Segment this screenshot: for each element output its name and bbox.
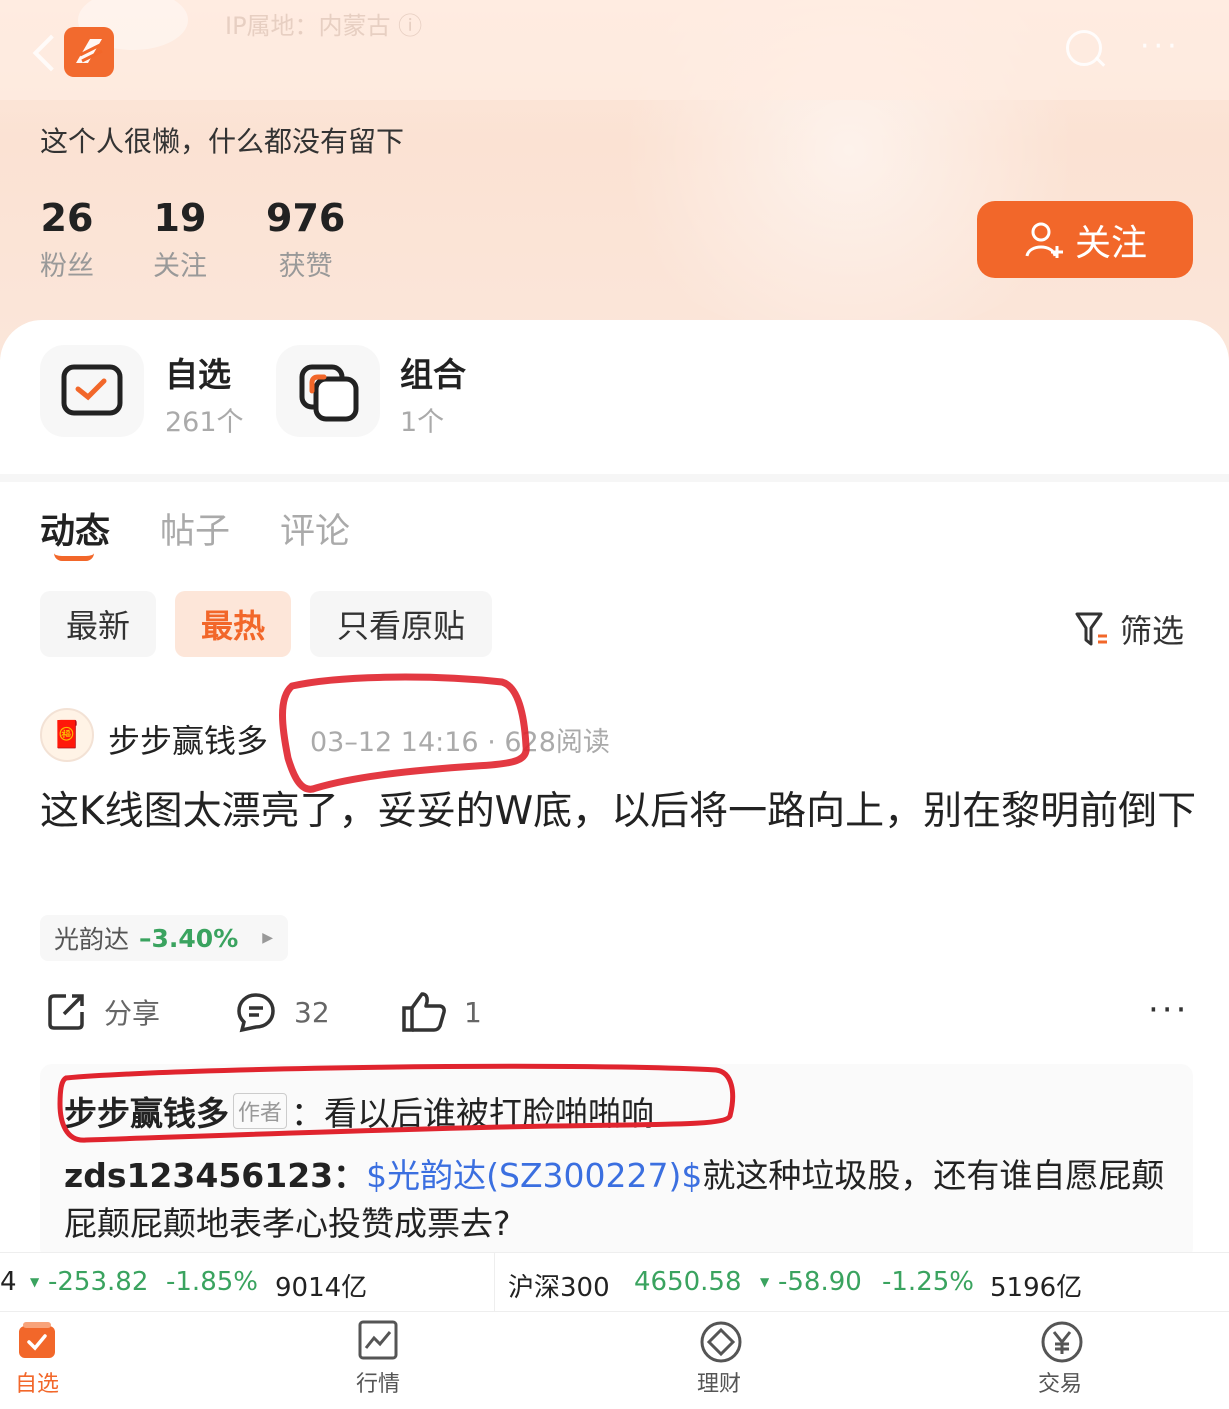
tab-posts[interactable]: 帖子 — [160, 503, 230, 554]
ticker-left-volume: 9014亿 — [275, 1273, 368, 1303]
author-badge: 作者 — [233, 1093, 288, 1129]
back-arrow-icon[interactable] — [28, 30, 62, 74]
tab-comments[interactable]: 评论 — [280, 503, 350, 554]
tabbar-label: 行情 — [355, 1372, 400, 1397]
portfolio-icon — [299, 364, 359, 422]
stat-likes-label: 获赞 — [278, 251, 333, 282]
share-icon — [48, 994, 84, 1030]
ticker-left-change: -253.82 — [48, 1267, 149, 1297]
post-more-icon[interactable]: ··· — [1148, 993, 1189, 1027]
section-divider — [0, 474, 1229, 482]
active-tab-indicator — [54, 553, 94, 561]
comment-preview-1[interactable]: 步步赢钱多 作者 ：看以后谁被打脸啪啪响 — [64, 1087, 654, 1135]
post-body[interactable]: 这K线图太漂亮了，妥妥的W底，以后将一路向上，别在黎明前倒下 — [40, 784, 1200, 840]
post-meta: 03–12 14:16 · 628阅读 — [310, 727, 610, 758]
ticker-left-lead: 4 — [0, 1267, 17, 1297]
tabbar-trade[interactable]: 交易 — [1000, 1320, 1120, 1398]
chip-original-only[interactable]: 只看原贴 — [310, 591, 492, 657]
tabbar-market[interactable]: 行情 — [318, 1320, 438, 1398]
follow-button-label: 关注 — [1074, 222, 1147, 264]
ip-location: IP属地：内蒙古 ⓘ — [225, 12, 423, 40]
share-label: 分享 — [104, 997, 161, 1030]
like-count: 1 — [464, 995, 482, 1029]
portfolio-title: 组合 — [400, 355, 466, 394]
comment-button[interactable]: 32 — [234, 990, 330, 1034]
checkbox-icon — [61, 364, 123, 416]
play-arrow-icon: ▶ — [262, 930, 274, 946]
ticker-separator — [494, 1253, 495, 1311]
profile-bio: 这个人很懒，什么都没有留下 — [40, 125, 405, 158]
ticker-right-volume: 5196亿 — [990, 1273, 1083, 1303]
post-author-avatar[interactable]: 🧧 — [40, 708, 94, 762]
yen-coin-icon — [1040, 1320, 1083, 1363]
more-menu-icon[interactable]: ··· — [1140, 32, 1181, 62]
stat-followers-count: 26 — [40, 196, 94, 240]
ticker-right-pct: -1.25% — [882, 1267, 974, 1297]
comment-author: 步步赢钱多 — [64, 1094, 229, 1133]
watchlist-count: 261个 — [165, 407, 244, 438]
stat-following-label: 关注 — [153, 251, 207, 282]
stat-followers[interactable]: 26 粉丝 — [40, 196, 94, 283]
stat-following[interactable]: 19 关注 — [153, 196, 207, 283]
like-button[interactable]: 1 — [400, 990, 482, 1034]
filter-icon — [1075, 612, 1107, 646]
stat-followers-label: 粉丝 — [40, 251, 94, 282]
tabbar-label: 理财 — [696, 1372, 741, 1397]
tab-activity[interactable]: 动态 — [40, 503, 110, 554]
comment-text: ：看以后谁被打脸啪啪响 — [291, 1094, 655, 1133]
chip-latest[interactable]: 最新 — [40, 591, 156, 657]
stat-likes: 976 获赞 — [266, 196, 345, 283]
watchlist-title: 自选 — [165, 355, 231, 394]
diamond-icon — [699, 1320, 742, 1363]
follow-button[interactable]: 关注 — [977, 201, 1193, 278]
app-logo-icon — [64, 27, 114, 77]
watchlist-tile[interactable] — [40, 345, 144, 437]
portfolio-tile[interactable] — [276, 345, 380, 437]
stock-link[interactable]: $光韵达(SZ300227)$ — [366, 1156, 702, 1195]
ticker-right-name: 沪深300 — [508, 1273, 610, 1303]
add-user-icon — [1025, 222, 1063, 258]
down-triangle-icon: ▼ — [760, 1275, 770, 1289]
post-author-name[interactable]: 步步赢钱多 — [108, 716, 268, 762]
tabbar-label: 交易 — [1037, 1372, 1082, 1397]
thumbs-up-icon — [402, 992, 446, 1032]
search-icon[interactable] — [1066, 30, 1106, 70]
comment-count: 32 — [294, 995, 330, 1029]
tabbar-watchlist[interactable]: 自选 — [0, 1320, 97, 1398]
stock-tag-change: –3.40% — [139, 923, 239, 953]
comment-author: zds123456123： — [64, 1156, 367, 1195]
stock-tag[interactable]: 光韵达 –3.40% ▶ — [40, 915, 288, 961]
chip-hottest[interactable]: 最热 — [175, 591, 291, 657]
ticker-right-value: 4650.58 — [634, 1267, 742, 1297]
tabbar-wealth[interactable]: 理财 — [659, 1320, 779, 1398]
portfolio-count: 1个 — [400, 407, 445, 438]
stat-likes-count: 976 — [266, 196, 346, 240]
ticker-left-pct: -1.85% — [166, 1267, 258, 1297]
down-triangle-icon: ▼ — [30, 1275, 40, 1289]
chart-icon — [358, 1320, 398, 1360]
filter-label: 筛选 — [1120, 612, 1185, 650]
ticker-right-change: -58.90 — [778, 1267, 862, 1297]
comment-icon — [237, 993, 275, 1033]
share-button[interactable]: 分享 — [44, 990, 160, 1034]
market-ticker[interactable]: 4 ▼ -253.82 -1.85% 9014亿 沪深300 4650.58 ▼… — [0, 1252, 1229, 1312]
filter-button[interactable]: 筛选 — [1074, 606, 1184, 652]
comment-preview-2[interactable]: zds123456123：$光韵达(SZ300227)$就这种垃圾股，还有谁自愿… — [64, 1152, 1174, 1248]
watchlist-icon — [17, 1320, 57, 1360]
tabbar-label: 自选 — [14, 1372, 59, 1397]
stat-following-count: 19 — [153, 196, 207, 240]
stock-tag-name: 光韵达 — [54, 925, 130, 954]
